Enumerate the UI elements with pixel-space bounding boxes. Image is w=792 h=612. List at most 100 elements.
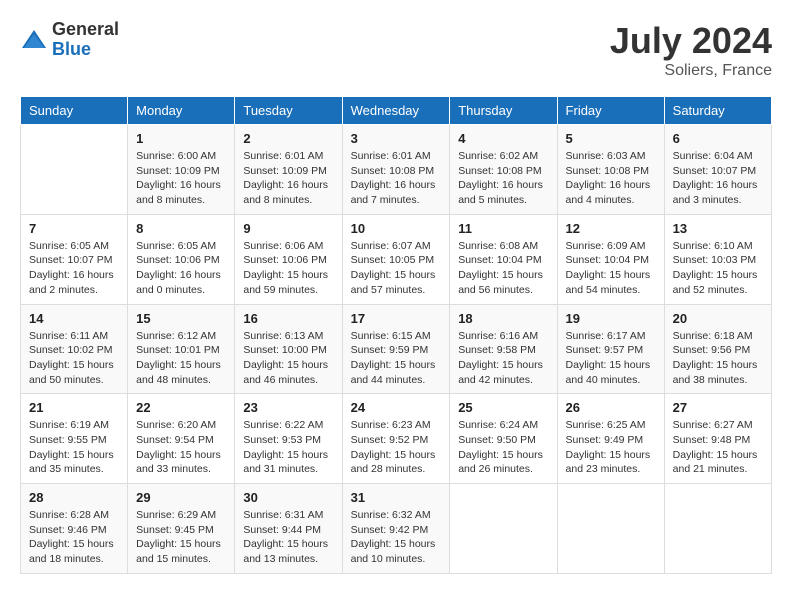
location-title: Soliers, France	[610, 62, 772, 80]
calendar-cell: 15 Sunrise: 6:12 AMSunset: 10:01 PMDaylig…	[128, 304, 235, 394]
day-number: 5	[566, 131, 656, 146]
day-number: 22	[136, 400, 226, 415]
day-info: Sunrise: 6:10 AMSunset: 10:03 PMDaylight…	[673, 239, 763, 298]
column-header-sunday: Sunday	[21, 97, 128, 125]
calendar-cell: 17 Sunrise: 6:15 AMSunset: 9:59 PMDayligh…	[342, 304, 450, 394]
calendar-cell: 9 Sunrise: 6:06 AMSunset: 10:06 PMDayligh…	[235, 214, 342, 304]
month-title: July 2024	[610, 20, 772, 62]
calendar-cell: 3 Sunrise: 6:01 AMSunset: 10:08 PMDayligh…	[342, 125, 450, 215]
day-number: 16	[243, 311, 333, 326]
day-number: 28	[29, 490, 119, 505]
calendar-cell: 11Sunrise: 6:08 AMSunset: 10:04 PMDaylig…	[450, 214, 557, 304]
day-number: 11	[458, 221, 548, 236]
day-info: Sunrise: 6:17 AMSunset: 9:57 PMDaylight:…	[566, 329, 656, 388]
day-info: Sunrise: 6:15 AMSunset: 9:59 PMDaylight:…	[351, 329, 442, 388]
calendar-cell: 22Sunrise: 6:20 AMSunset: 9:54 PMDayligh…	[128, 394, 235, 484]
column-header-monday: Monday	[128, 97, 235, 125]
day-info: Sunrise: 6:05 AMSunset: 10:07 PMDaylight…	[29, 239, 119, 298]
day-info: Sunrise: 6:00 AMSunset: 10:09 PMDaylight…	[136, 149, 226, 208]
logo-general-text: General	[52, 19, 119, 39]
day-number: 26	[566, 400, 656, 415]
day-number: 6	[673, 131, 763, 146]
day-info: Sunrise: 6:25 AMSunset: 9:49 PMDaylight:…	[566, 418, 656, 477]
day-info: Sunrise: 6:22 AMSunset: 9:53 PMDaylight:…	[243, 418, 333, 477]
day-info: Sunrise: 6:19 AMSunset: 9:55 PMDaylight:…	[29, 418, 119, 477]
calendar-cell: 16 Sunrise: 6:13 AMSunset: 10:00 PMDaylig…	[235, 304, 342, 394]
day-number: 24	[351, 400, 442, 415]
calendar-cell: 26 Sunrise: 6:25 AMSunset: 9:49 PMDayligh…	[557, 394, 664, 484]
day-number: 3	[351, 131, 442, 146]
calendar-cell: 28 Sunrise: 6:28 AMSunset: 9:46 PMDayligh…	[21, 484, 128, 574]
calendar-cell: 18 Sunrise: 6:16 AMSunset: 9:58 PMDayligh…	[450, 304, 557, 394]
day-info: Sunrise: 6:29 AMSunset: 9:45 PMDaylight:…	[136, 508, 226, 567]
calendar-cell: 31 Sunrise: 6:32 AMSunset: 9:42 PMDayligh…	[342, 484, 450, 574]
page-header: General Blue July 2024 Soliers, France	[20, 20, 772, 80]
day-info: Sunrise: 6:03 AMSunset: 10:08 PMDaylight…	[566, 149, 656, 208]
calendar-cell: 1 Sunrise: 6:00 AMSunset: 10:09 PMDayligh…	[128, 125, 235, 215]
day-number: 19	[566, 311, 656, 326]
day-number: 7	[29, 221, 119, 236]
day-info: Sunrise: 6:31 AMSunset: 9:44 PMDaylight:…	[243, 508, 333, 567]
calendar-week-row: 28 Sunrise: 6:28 AMSunset: 9:46 PMDayligh…	[21, 484, 772, 574]
day-number: 1	[136, 131, 226, 146]
day-info: Sunrise: 6:16 AMSunset: 9:58 PMDaylight:…	[458, 329, 548, 388]
day-number: 14	[29, 311, 119, 326]
calendar-cell: 7 Sunrise: 6:05 AMSunset: 10:07 PMDayligh…	[21, 214, 128, 304]
calendar-week-row: 1 Sunrise: 6:00 AMSunset: 10:09 PMDayligh…	[21, 125, 772, 215]
day-number: 27	[673, 400, 763, 415]
calendar-cell: 5 Sunrise: 6:03 AMSunset: 10:08 PMDayligh…	[557, 125, 664, 215]
day-number: 18	[458, 311, 548, 326]
logo-blue-text: Blue	[52, 39, 91, 59]
day-info: Sunrise: 6:04 AMSunset: 10:07 PMDaylight…	[673, 149, 763, 208]
calendar-cell: 29Sunrise: 6:29 AMSunset: 9:45 PMDayligh…	[128, 484, 235, 574]
day-info: Sunrise: 6:07 AMSunset: 10:05 PMDaylight…	[351, 239, 442, 298]
day-info: Sunrise: 6:13 AMSunset: 10:00 PMDaylight…	[243, 329, 333, 388]
day-info: Sunrise: 6:06 AMSunset: 10:06 PMDaylight…	[243, 239, 333, 298]
calendar-cell	[21, 125, 128, 215]
day-number: 12	[566, 221, 656, 236]
day-number: 17	[351, 311, 442, 326]
calendar-cell: 4Sunrise: 6:02 AMSunset: 10:08 PMDayligh…	[450, 125, 557, 215]
calendar-cell: 24 Sunrise: 6:23 AMSunset: 9:52 PMDayligh…	[342, 394, 450, 484]
day-number: 20	[673, 311, 763, 326]
column-header-wednesday: Wednesday	[342, 97, 450, 125]
calendar-cell: 2Sunrise: 6:01 AMSunset: 10:09 PMDayligh…	[235, 125, 342, 215]
calendar-header-row: SundayMondayTuesdayWednesdayThursdayFrid…	[21, 97, 772, 125]
day-number: 15	[136, 311, 226, 326]
calendar-cell: 20Sunrise: 6:18 AMSunset: 9:56 PMDayligh…	[664, 304, 771, 394]
day-number: 25	[458, 400, 548, 415]
day-info: Sunrise: 6:09 AMSunset: 10:04 PMDaylight…	[566, 239, 656, 298]
day-number: 10	[351, 221, 442, 236]
day-number: 30	[243, 490, 333, 505]
calendar-table: SundayMondayTuesdayWednesdayThursdayFrid…	[20, 96, 772, 574]
logo-text: General Blue	[52, 20, 119, 60]
calendar-cell: 8 Sunrise: 6:05 AMSunset: 10:06 PMDayligh…	[128, 214, 235, 304]
calendar-cell: 25Sunrise: 6:24 AMSunset: 9:50 PMDayligh…	[450, 394, 557, 484]
day-number: 9	[243, 221, 333, 236]
calendar-cell	[664, 484, 771, 574]
day-info: Sunrise: 6:32 AMSunset: 9:42 PMDaylight:…	[351, 508, 442, 567]
day-info: Sunrise: 6:11 AMSunset: 10:02 PMDaylight…	[29, 329, 119, 388]
column-header-thursday: Thursday	[450, 97, 557, 125]
day-info: Sunrise: 6:12 AMSunset: 10:01 PMDaylight…	[136, 329, 226, 388]
day-info: Sunrise: 6:01 AMSunset: 10:08 PMDaylight…	[351, 149, 442, 208]
logo-icon	[20, 26, 48, 54]
day-number: 23	[243, 400, 333, 415]
calendar-cell: 10 Sunrise: 6:07 AMSunset: 10:05 PMDaylig…	[342, 214, 450, 304]
day-info: Sunrise: 6:23 AMSunset: 9:52 PMDaylight:…	[351, 418, 442, 477]
day-number: 2	[243, 131, 333, 146]
day-number: 8	[136, 221, 226, 236]
calendar-cell: 6 Sunrise: 6:04 AMSunset: 10:07 PMDayligh…	[664, 125, 771, 215]
column-header-saturday: Saturday	[664, 97, 771, 125]
day-number: 31	[351, 490, 442, 505]
day-info: Sunrise: 6:28 AMSunset: 9:46 PMDaylight:…	[29, 508, 119, 567]
day-info: Sunrise: 6:05 AMSunset: 10:06 PMDaylight…	[136, 239, 226, 298]
day-info: Sunrise: 6:02 AMSunset: 10:08 PMDaylight…	[458, 149, 548, 208]
calendar-week-row: 21Sunrise: 6:19 AMSunset: 9:55 PMDayligh…	[21, 394, 772, 484]
calendar-cell: 23 Sunrise: 6:22 AMSunset: 9:53 PMDayligh…	[235, 394, 342, 484]
column-header-friday: Friday	[557, 97, 664, 125]
calendar-week-row: 7 Sunrise: 6:05 AMSunset: 10:07 PMDayligh…	[21, 214, 772, 304]
calendar-cell: 19 Sunrise: 6:17 AMSunset: 9:57 PMDayligh…	[557, 304, 664, 394]
column-header-tuesday: Tuesday	[235, 97, 342, 125]
calendar-cell	[450, 484, 557, 574]
